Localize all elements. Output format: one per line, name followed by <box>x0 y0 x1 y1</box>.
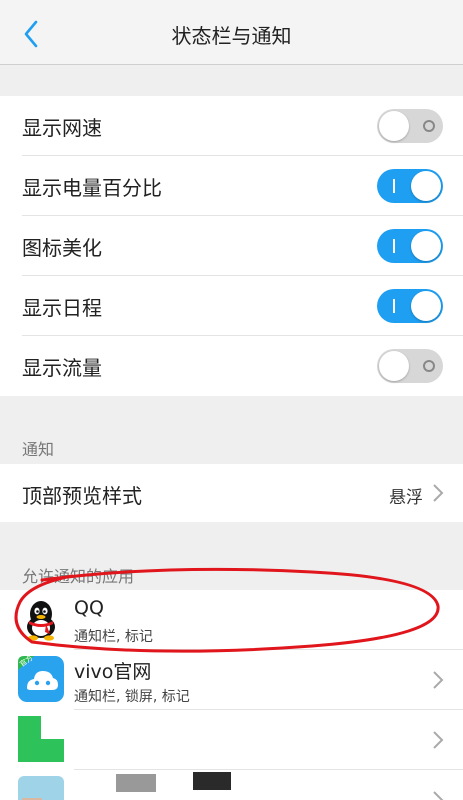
toggle-knob <box>411 231 441 261</box>
qq-penguin-icon <box>27 601 55 641</box>
setting-row-icon-beautify[interactable]: 图标美化 <box>0 216 463 276</box>
redaction-block <box>116 774 156 792</box>
network-speed-toggle[interactable] <box>377 109 443 143</box>
setting-row-preview-style[interactable]: 顶部预览样式 悬浮 <box>0 464 463 522</box>
redaction-block <box>193 772 231 790</box>
app-notification-types: 通知栏, 标记 <box>74 629 153 645</box>
setting-row-network-speed[interactable]: 显示网速 <box>0 96 463 156</box>
setting-row-battery-percent[interactable]: 显示电量百分比 <box>0 156 463 216</box>
app-row-qq[interactable]: QQ 通知栏, 标记 <box>0 590 463 650</box>
setting-row-schedule[interactable]: 显示日程 <box>0 276 463 336</box>
battery-percent-toggle[interactable] <box>377 169 443 203</box>
chevron-right-icon <box>433 791 444 800</box>
setting-label: 显示日程 <box>22 296 102 320</box>
title-bar: 状态栏与通知 <box>0 0 463 65</box>
toggle-knob <box>379 351 409 381</box>
icon-beautify-toggle[interactable] <box>377 229 443 263</box>
chevron-right-icon <box>433 671 444 689</box>
section-header-allowed-apps: 允许通知的应用 <box>22 567 135 586</box>
app-name: QQ <box>74 597 104 619</box>
toggle-knob <box>411 171 441 201</box>
app-name: vivo官网 <box>74 661 152 683</box>
chevron-right-icon <box>433 484 444 502</box>
page-title: 状态栏与通知 <box>171 24 292 48</box>
preview-style-value: 悬浮 <box>389 488 423 508</box>
setting-label: 显示网速 <box>22 116 102 140</box>
toggle-knob <box>379 111 409 141</box>
app-list: QQ 通知栏, 标记 官方 vivo官网 通知栏, 锁屏, 标记 <box>0 590 463 800</box>
off-mark-icon <box>423 120 435 132</box>
app-row-vivo[interactable]: 官方 vivo官网 通知栏, 锁屏, 标记 <box>0 650 463 710</box>
on-mark-icon <box>393 179 395 193</box>
schedule-toggle[interactable] <box>377 289 443 323</box>
on-mark-icon <box>393 239 395 253</box>
setting-row-data-usage[interactable]: 显示流量 <box>0 336 463 396</box>
on-mark-icon <box>393 299 395 313</box>
vivo-cloud-icon: 官方 <box>18 656 64 702</box>
green-app-icon <box>18 716 64 762</box>
setting-label: 显示流量 <box>22 356 102 380</box>
blurred-app-icon <box>18 776 64 800</box>
preview-style-group: 顶部预览样式 悬浮 <box>0 464 463 522</box>
setting-label: 顶部预览样式 <box>22 484 142 508</box>
chevron-right-icon <box>433 731 444 749</box>
off-mark-icon <box>423 360 435 372</box>
setting-label: 图标美化 <box>22 236 102 260</box>
toggle-knob <box>411 291 441 321</box>
app-notification-types: 通知栏, 锁屏, 标记 <box>74 689 190 705</box>
app-row-fourth[interactable] <box>0 770 463 800</box>
app-row-third[interactable] <box>0 710 463 770</box>
setting-label: 显示电量百分比 <box>22 176 162 200</box>
data-usage-toggle[interactable] <box>377 349 443 383</box>
section-header-notification: 通知 <box>22 440 55 459</box>
status-bar-settings-group: 显示网速 显示电量百分比 图标美化 显示日程 显示流量 <box>0 96 463 396</box>
